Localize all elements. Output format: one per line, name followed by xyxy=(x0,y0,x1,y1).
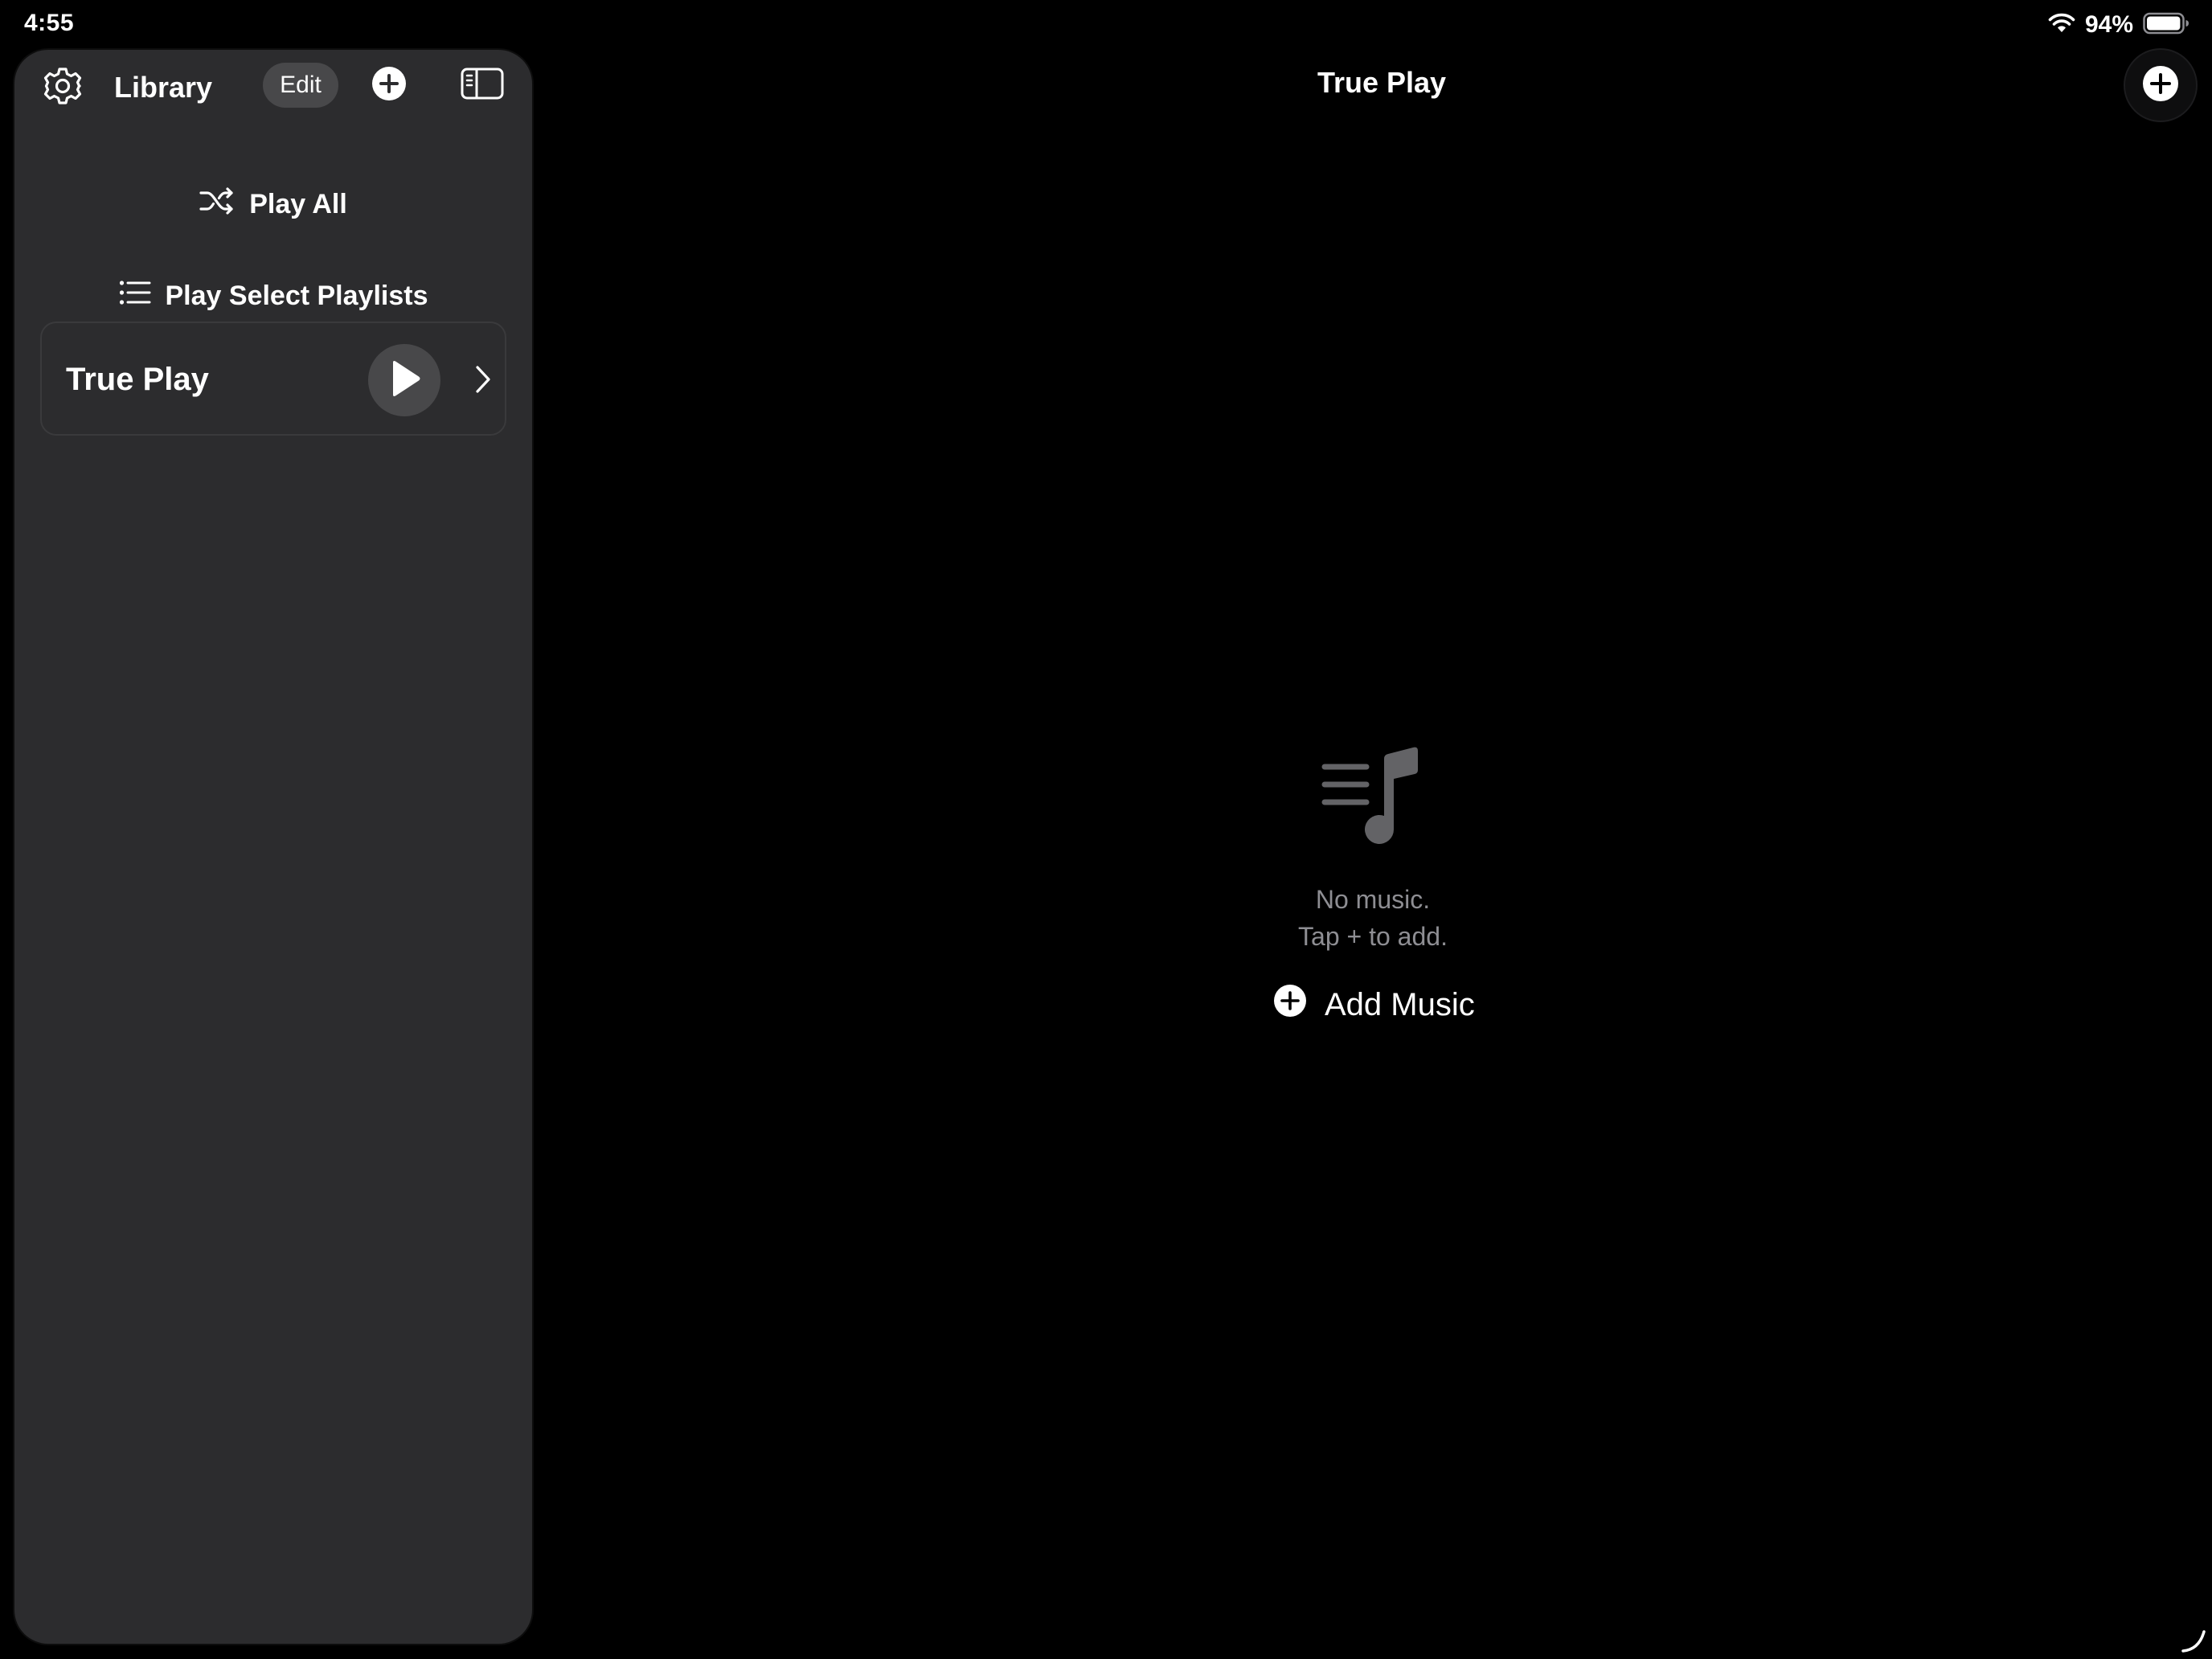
play-select-playlists-label: Play Select Playlists xyxy=(165,280,428,311)
music-list-icon xyxy=(1320,746,1424,849)
list-icon xyxy=(119,280,151,313)
shuffle-icon xyxy=(199,186,235,222)
add-music-button[interactable]: Add Music xyxy=(1273,982,1475,1027)
chevron-right-icon xyxy=(471,360,495,399)
resize-handle[interactable] xyxy=(2180,1627,2207,1654)
sidebar-title: Library xyxy=(114,71,213,104)
library-sidebar: Library Edit Play All Play Select Playli… xyxy=(14,50,532,1644)
status-right: 94% xyxy=(2048,11,2189,39)
add-music-top-button[interactable] xyxy=(2125,50,2196,121)
playlist-row[interactable]: True Play xyxy=(40,322,506,436)
add-music-label: Add Music xyxy=(1325,986,1475,1022)
sidebar-toggle-icon xyxy=(461,68,504,104)
battery-percent: 94% xyxy=(2084,11,2133,38)
add-playlist-button[interactable] xyxy=(370,66,408,104)
status-time: 4:55 xyxy=(24,10,75,36)
empty-state-message: No music. xyxy=(1315,885,1431,914)
settings-button[interactable] xyxy=(41,66,84,109)
play-all-button[interactable]: Play All xyxy=(14,180,532,228)
playlist-play-button[interactable] xyxy=(368,344,440,416)
wifi-icon xyxy=(2048,13,2075,38)
sidebar-toggle-button[interactable] xyxy=(460,68,505,103)
plus-circle-icon xyxy=(371,66,407,105)
plus-circle-icon xyxy=(1273,984,1307,1026)
edit-button[interactable]: Edit xyxy=(263,63,338,108)
playlist-name: True Play xyxy=(66,362,209,397)
page-title: True Play xyxy=(1317,66,1447,99)
gear-icon xyxy=(43,66,83,110)
battery-icon xyxy=(2143,12,2189,39)
empty-state-hint: Tap + to add. xyxy=(1298,922,1448,951)
play-select-playlists-button[interactable]: Play Select Playlists xyxy=(14,272,532,320)
plus-circle-icon xyxy=(2142,65,2179,106)
play-icon xyxy=(387,359,422,402)
play-all-label: Play All xyxy=(249,188,347,219)
app-screen: 4:55 94% Library Edit Play All Play Sele… xyxy=(0,0,2212,1659)
